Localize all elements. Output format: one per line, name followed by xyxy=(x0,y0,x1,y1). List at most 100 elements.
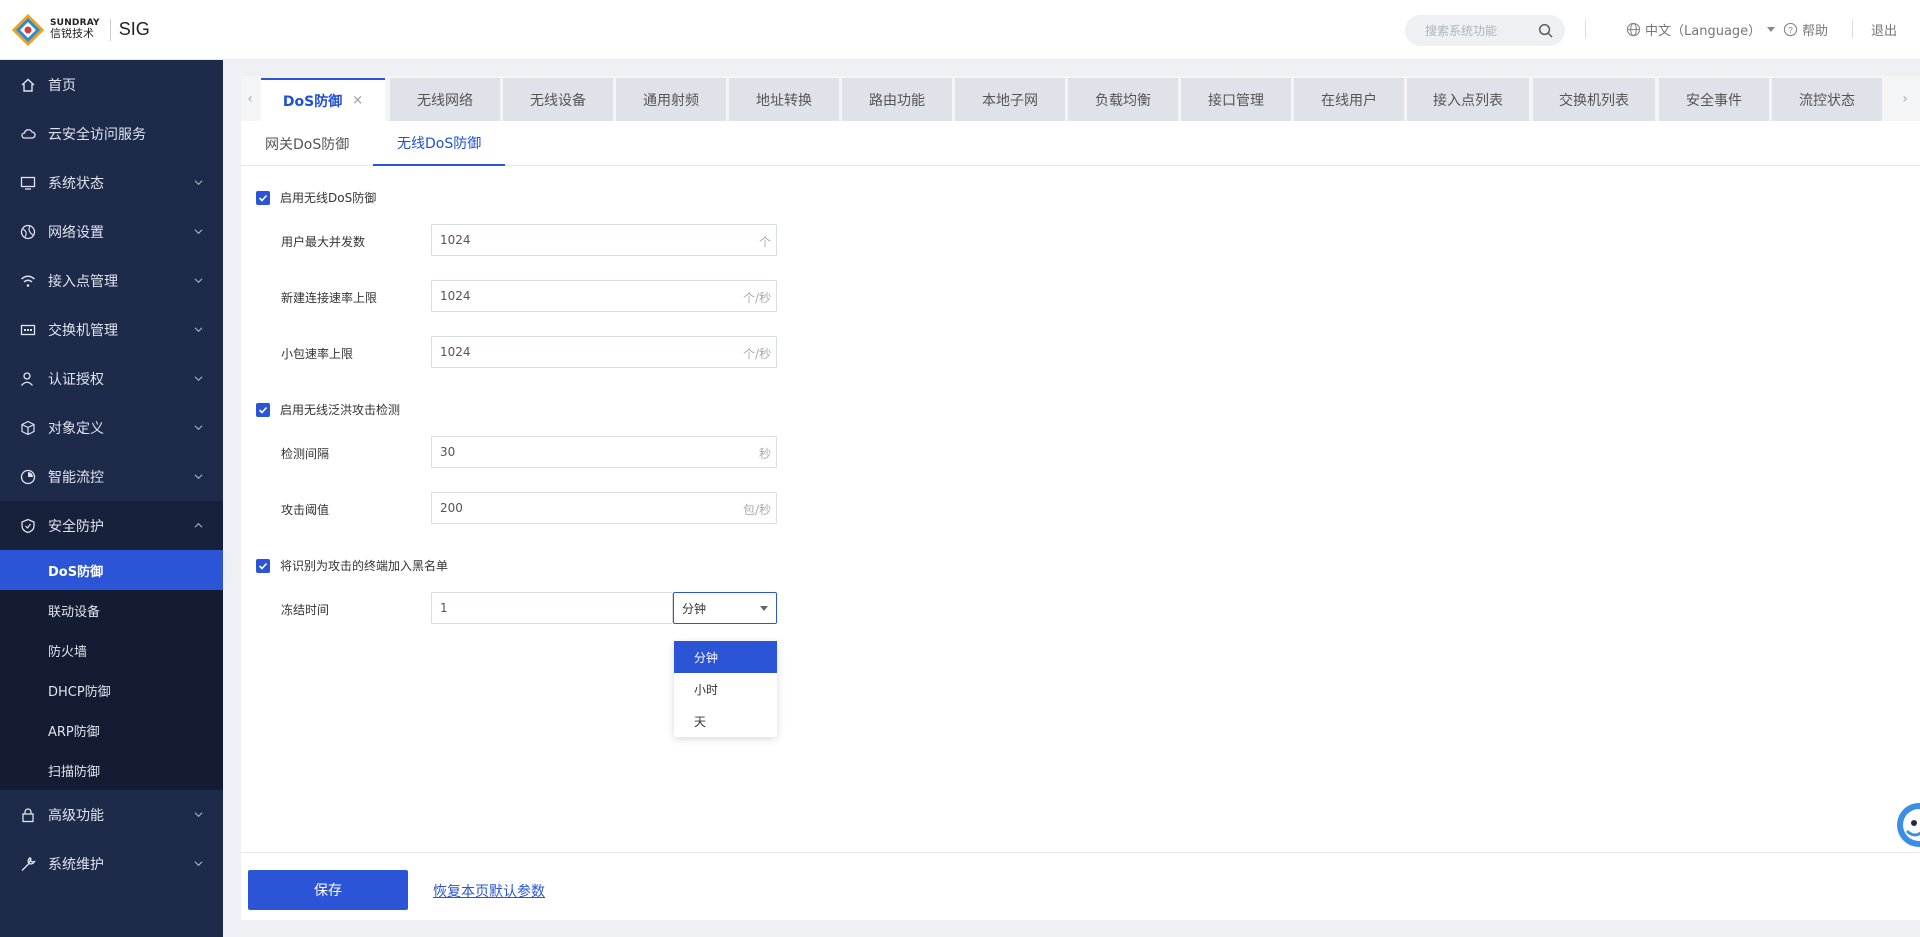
sidebar-item-label: 云安全访问服务 xyxy=(48,126,146,143)
new-conn-rate-field[interactable]: 个/秒 xyxy=(431,280,777,312)
attack-threshold-input[interactable] xyxy=(432,493,732,523)
tab-dos[interactable]: DoS防御 × xyxy=(261,78,385,121)
sidebar-subitem-dos[interactable]: DoS防御 xyxy=(0,550,223,590)
sidebar-item-label: 网络设置 xyxy=(48,224,104,241)
sidebar-subitem-firewall[interactable]: 防火墙 xyxy=(0,630,223,670)
tab-rf[interactable]: 通用射频 xyxy=(616,78,726,121)
sidebar-subitem-linkage[interactable]: 联动设备 xyxy=(0,590,223,630)
sidebar-item-label: 认证授权 xyxy=(48,371,104,388)
flow-icon xyxy=(20,469,36,485)
blacklist-checkbox[interactable]: 将识别为攻击的终端加入黑名单 xyxy=(256,557,448,574)
chevron-up-icon xyxy=(194,522,203,528)
tab-wireless-network[interactable]: 无线网络 xyxy=(390,78,500,121)
search-icon[interactable] xyxy=(1538,23,1553,38)
chevron-down-icon xyxy=(194,474,203,480)
footer-actions: 保存 恢复本页默认参数 xyxy=(241,852,1920,920)
cloud-icon xyxy=(20,126,36,142)
enable-wireless-dos-checkbox[interactable]: 启用无线DoS防御 xyxy=(256,189,376,206)
wrench-icon xyxy=(20,856,36,872)
tab-local-subnet[interactable]: 本地子网 xyxy=(955,78,1065,121)
logo-divider xyxy=(109,18,111,41)
sidebar-subitem-arp[interactable]: ARP防御 xyxy=(0,710,223,750)
tab-scroll-left-icon[interactable]: ‹ xyxy=(241,76,259,121)
tab-online-users[interactable]: 在线用户 xyxy=(1294,78,1404,121)
detect-interval-field[interactable]: 秒 xyxy=(431,436,777,468)
dropdown-option-minute[interactable]: 分钟 xyxy=(674,641,777,673)
sidebar-item-system-status[interactable]: 系统状态 xyxy=(0,158,223,207)
tab-load-balance[interactable]: 负载均衡 xyxy=(1068,78,1178,121)
restore-defaults-link[interactable]: 恢复本页默认参数 xyxy=(433,881,545,901)
sidebar-item-security[interactable]: 安全防护 xyxy=(0,501,223,550)
freeze-time-label: 冻结时间 xyxy=(281,603,330,617)
tab-wireless-device[interactable]: 无线设备 xyxy=(503,78,613,121)
save-button[interactable]: 保存 xyxy=(248,870,408,910)
assistant-widget[interactable] xyxy=(1893,799,1920,851)
checkbox-checked-icon xyxy=(256,402,270,417)
chevron-down-icon xyxy=(194,376,203,382)
new-conn-rate-input[interactable] xyxy=(432,281,732,311)
sidebar-item-objects[interactable]: 对象定义 xyxy=(0,403,223,452)
detect-interval-input[interactable] xyxy=(432,437,732,467)
close-icon[interactable]: × xyxy=(352,93,363,108)
subtab-wireless-dos[interactable]: 无线DoS防御 xyxy=(373,121,506,166)
tab-ap-list[interactable]: 接入点列表 xyxy=(1407,78,1529,121)
dropdown-option-hour[interactable]: 小时 xyxy=(674,673,777,705)
freeze-unit-select[interactable]: 分钟 xyxy=(673,592,777,624)
sidebar-item-home[interactable]: 首页 xyxy=(0,60,223,109)
tab-switch-list[interactable]: 交换机列表 xyxy=(1533,78,1655,121)
attack-threshold-field[interactable]: 包/秒 xyxy=(431,492,777,524)
sidebar-item-flow-control[interactable]: 智能流控 xyxy=(0,452,223,501)
language-switcher[interactable]: 中文（Language） xyxy=(1626,20,1776,39)
help-link[interactable]: ? 帮助 xyxy=(1783,20,1828,39)
sidebar-item-maintenance[interactable]: 系统维护 xyxy=(0,839,223,888)
new-conn-rate-label: 新建连接速率上限 xyxy=(281,291,378,305)
max-concurrent-field[interactable]: 个 xyxy=(431,224,777,256)
tab-interfaces[interactable]: 接口管理 xyxy=(1181,78,1291,121)
tab-routing[interactable]: 路由功能 xyxy=(842,78,952,121)
tab-nat[interactable]: 地址转换 xyxy=(729,78,839,121)
sidebar-item-auth[interactable]: 认证授权 xyxy=(0,354,223,403)
sidebar-item-switch[interactable]: 交换机管理 xyxy=(0,305,223,354)
checkbox-checked-icon xyxy=(256,190,270,205)
logo[interactable]: SUNDRAY 信锐技术 SIG xyxy=(11,13,150,46)
freeze-unit-dropdown: 分钟 小时 天 xyxy=(674,641,777,737)
svg-text:?: ? xyxy=(1788,25,1793,35)
freeze-time-field[interactable] xyxy=(431,592,673,624)
globe-icon xyxy=(1626,22,1641,37)
chevron-down-icon xyxy=(194,861,203,867)
sidebar-subitem-scan[interactable]: 扫描防御 xyxy=(0,750,223,790)
search-input[interactable] xyxy=(1425,23,1535,38)
sidebar-item-cloud[interactable]: 云安全访问服务 xyxy=(0,109,223,158)
wifi-icon xyxy=(20,273,36,289)
max-concurrent-input[interactable] xyxy=(432,225,732,255)
logout-link[interactable]: 退出 xyxy=(1871,20,1897,39)
tab-flow-status[interactable]: 流控状态 xyxy=(1772,78,1882,121)
tab-security-events[interactable]: 安全事件 xyxy=(1659,78,1769,121)
enable-flood-detect-checkbox[interactable]: 启用无线泛洪攻击检测 xyxy=(256,401,400,418)
search-box[interactable] xyxy=(1405,15,1565,46)
brand-name-cn: 信锐技术 xyxy=(50,27,94,41)
sidebar-item-network[interactable]: 网络设置 xyxy=(0,207,223,256)
chevron-down-icon xyxy=(194,180,203,186)
unit-label: 个/秒 xyxy=(742,291,771,305)
logo-icon xyxy=(11,13,45,46)
attack-threshold-label: 攻击阈值 xyxy=(281,503,330,517)
chevron-down-icon xyxy=(194,425,203,431)
tab-scroll-right-icon[interactable]: › xyxy=(1896,76,1914,121)
monitor-icon xyxy=(20,175,36,191)
user-icon xyxy=(20,371,36,387)
sidebar-item-advanced[interactable]: 高级功能 xyxy=(0,790,223,839)
subtab-gateway-dos[interactable]: 网关DoS防御 xyxy=(265,121,349,166)
sidebar-item-ap[interactable]: 接入点管理 xyxy=(0,256,223,305)
small-pkt-rate-input[interactable] xyxy=(432,337,732,367)
sidebar-item-label: 高级功能 xyxy=(48,807,104,824)
chevron-down-icon xyxy=(194,278,203,284)
freeze-time-input[interactable] xyxy=(432,593,662,623)
checkbox-checked-icon xyxy=(256,558,270,573)
sidebar-item-label: 系统状态 xyxy=(48,175,104,192)
dropdown-option-day[interactable]: 天 xyxy=(674,705,777,737)
detect-interval-label: 检测间隔 xyxy=(281,447,330,461)
small-pkt-rate-field[interactable]: 个/秒 xyxy=(431,336,777,368)
sidebar-subitem-dhcp[interactable]: DHCP防御 xyxy=(0,670,223,710)
assistant-icon xyxy=(1897,803,1920,847)
